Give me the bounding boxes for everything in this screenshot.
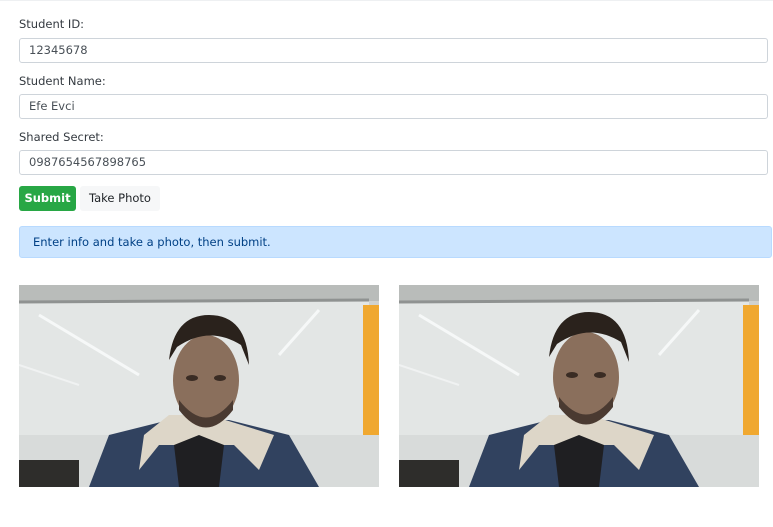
shared-secret-label: Shared Secret: bbox=[19, 130, 104, 144]
submit-button[interactable]: Submit bbox=[19, 186, 76, 211]
take-photo-button[interactable]: Take Photo bbox=[80, 186, 160, 211]
student-id-input[interactable] bbox=[19, 38, 768, 63]
top-divider bbox=[0, 0, 773, 1]
student-name-label: Student Name: bbox=[19, 74, 106, 88]
info-alert: Enter info and take a photo, then submit… bbox=[19, 226, 772, 258]
student-name-input[interactable] bbox=[19, 94, 768, 119]
captured-photo bbox=[19, 285, 379, 487]
student-id-label: Student ID: bbox=[19, 17, 85, 31]
camera-preview bbox=[399, 285, 759, 487]
shared-secret-input[interactable] bbox=[19, 150, 768, 175]
